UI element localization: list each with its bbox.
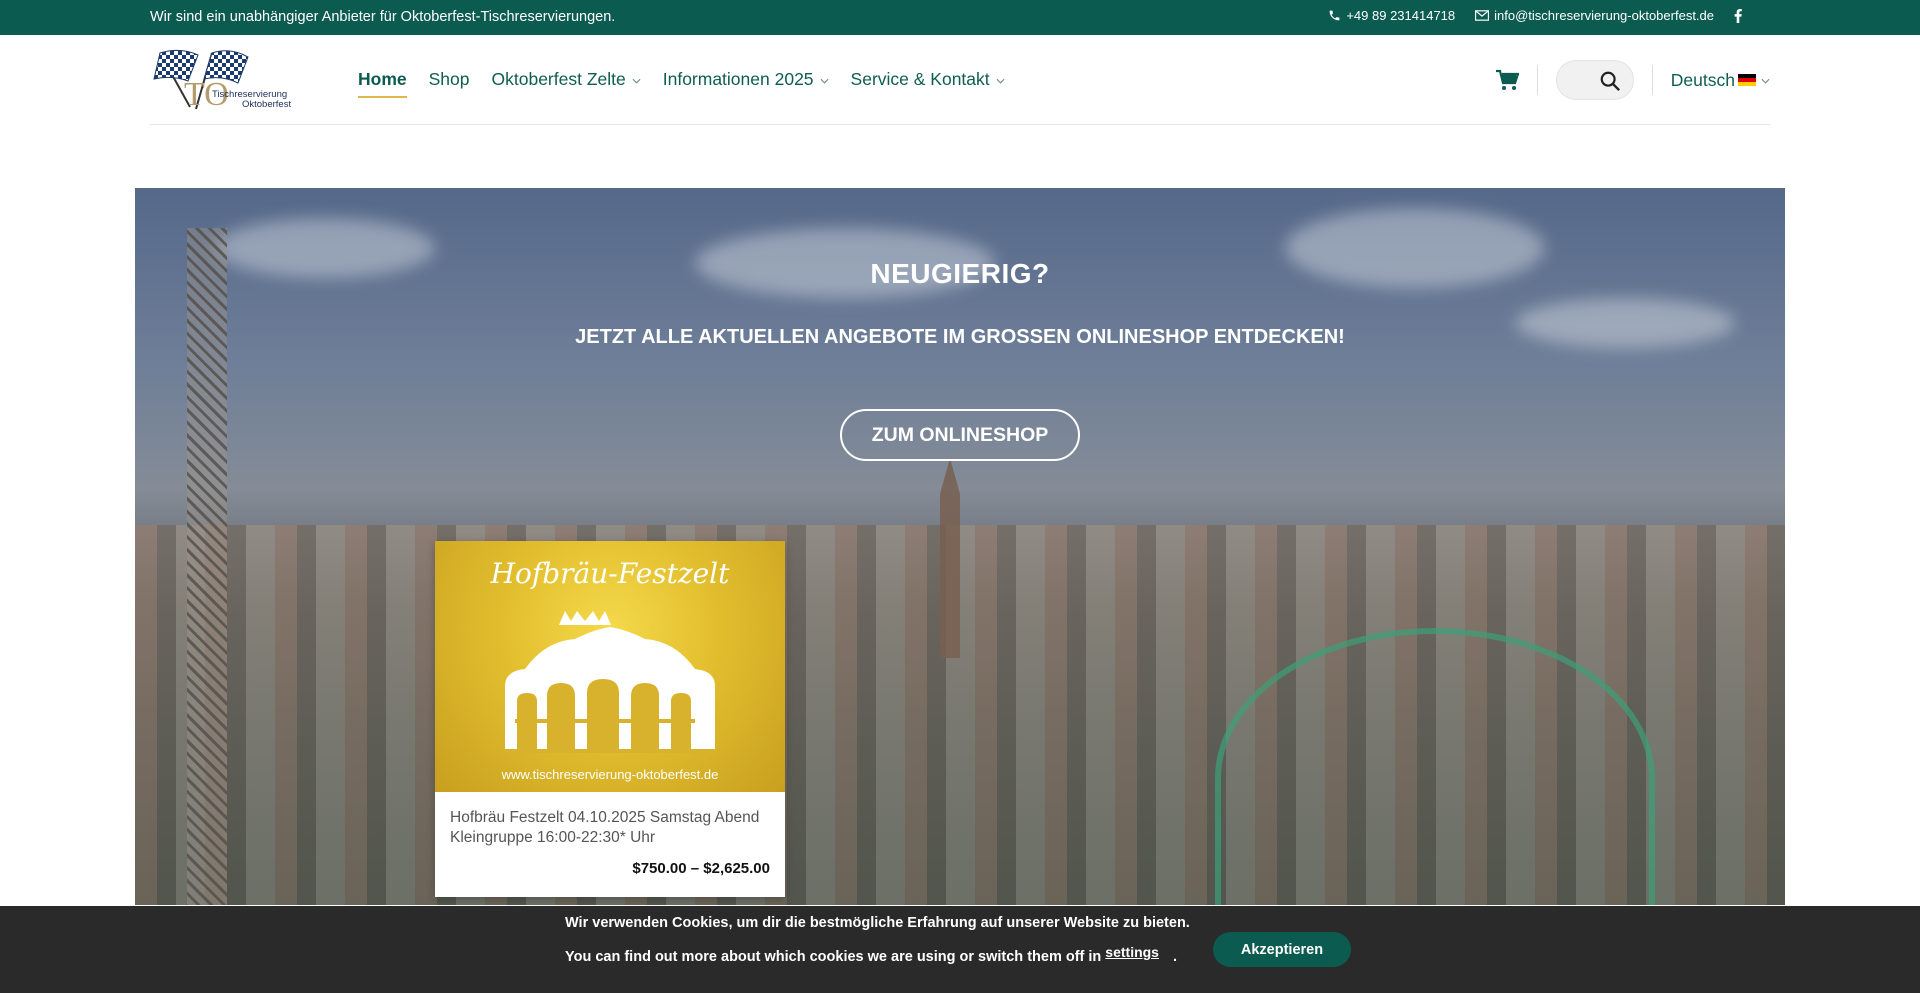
chevron-down-icon	[820, 78, 829, 84]
product-title[interactable]: Hofbräu Festzelt 04.10.2025 Samstag Aben…	[450, 808, 770, 848]
email-link[interactable]: info@tischreservierung-oktoberfest.de	[1475, 8, 1714, 23]
nav-item-home[interactable]: Home	[358, 69, 407, 98]
phone-icon	[1329, 10, 1340, 21]
chevron-down-icon	[632, 78, 641, 84]
festzelt-building-icon	[505, 611, 715, 753]
cookie-bar: Wir verwenden Cookies, um dir die bestmö…	[0, 906, 1920, 993]
cookie-message: Wir verwenden Cookies, um dir die bestmö…	[565, 915, 1190, 931]
header-divider	[1536, 65, 1538, 95]
hero-title: NEUGIERIG?	[870, 258, 1050, 289]
header-divider	[1651, 65, 1653, 95]
nav-item-label: Informationen 2025	[662, 69, 814, 89]
language-switcher[interactable]: Deutsch	[1671, 70, 1770, 91]
search-icon	[1600, 71, 1620, 92]
nav-item-informationen-2025[interactable]: Informationen 2025	[663, 69, 829, 90]
top-bar-contact: +49 89 231414718 info@tischreservierung-…	[1328, 8, 1742, 23]
site-logo[interactable]: TO Tischreservierung Oktoberfest	[150, 47, 300, 113]
nav-item-shop[interactable]: Shop	[429, 69, 470, 90]
cookie-settings-link[interactable]: settings	[1105, 944, 1159, 960]
facebook-icon[interactable]	[1734, 8, 1742, 23]
cookie-settings-text: You can find out more about which cookie…	[565, 949, 1102, 965]
envelope-icon	[1475, 10, 1490, 21]
chevron-down-icon	[996, 78, 1005, 84]
email-address: info@tischreservierung-oktoberfest.de	[1494, 8, 1714, 23]
phone-link[interactable]: +49 89 231414718	[1328, 8, 1455, 23]
header-actions: Deutsch	[1495, 59, 1770, 101]
top-bar: Wir sind ein unabhängiger Anbieter für O…	[0, 0, 1920, 35]
accept-cookies-button[interactable]: Akzeptieren	[1213, 932, 1351, 967]
hero-subtitle: JETZT ALLE AKTUELLEN ANGEBOTE IM GROSSEN…	[575, 326, 1345, 348]
product-image-title: Hofbräu-Festzelt	[490, 557, 730, 590]
product-image[interactable]: Hofbräu-Festzelt www.tischreservierung-o…	[435, 541, 785, 792]
chevron-down-icon	[1761, 78, 1770, 84]
search-button[interactable]	[1555, 60, 1634, 100]
phone-number: +49 89 231414718	[1346, 8, 1456, 23]
nav-item-label: Home	[358, 69, 407, 89]
nav-item-service-kontakt[interactable]: Service & Kontakt	[851, 69, 1005, 90]
german-flag-icon	[1738, 74, 1756, 86]
product-price: $750.00 – $2,625.00	[632, 860, 770, 877]
logo-text-line2: Oktoberfest	[242, 99, 292, 110]
language-label: Deutsch	[1670, 69, 1735, 90]
nav-item-label: Oktoberfest Zelte	[491, 69, 626, 89]
nav-item-label: Shop	[428, 69, 470, 89]
onlineshop-button[interactable]: ZUM ONLINESHOP	[840, 409, 1080, 461]
cookie-settings-line: You can find out more about which cookie…	[565, 944, 1178, 965]
nav-item-oktoberfest-zelte[interactable]: Oktoberfest Zelte	[492, 69, 641, 90]
nav-item-label: Service & Kontakt	[850, 69, 990, 89]
product-image-url: www.tischreservierung-oktoberfest.de	[501, 767, 719, 782]
cookie-period: .	[1172, 949, 1178, 965]
cart-icon[interactable]	[1495, 69, 1519, 91]
hero-banner: NEUGIERIG? JETZT ALLE AKTUELLEN ANGEBOTE…	[135, 188, 1785, 905]
main-nav: Home Shop Oktoberfest Zelte Informatione…	[358, 69, 1005, 98]
product-card[interactable]: Hofbräu-Festzelt www.tischreservierung-o…	[435, 541, 785, 897]
top-bar-tagline: Wir sind ein unabhängiger Anbieter für O…	[150, 9, 616, 25]
site-header: TO Tischreservierung Oktoberfest Home Sh…	[150, 35, 1770, 125]
